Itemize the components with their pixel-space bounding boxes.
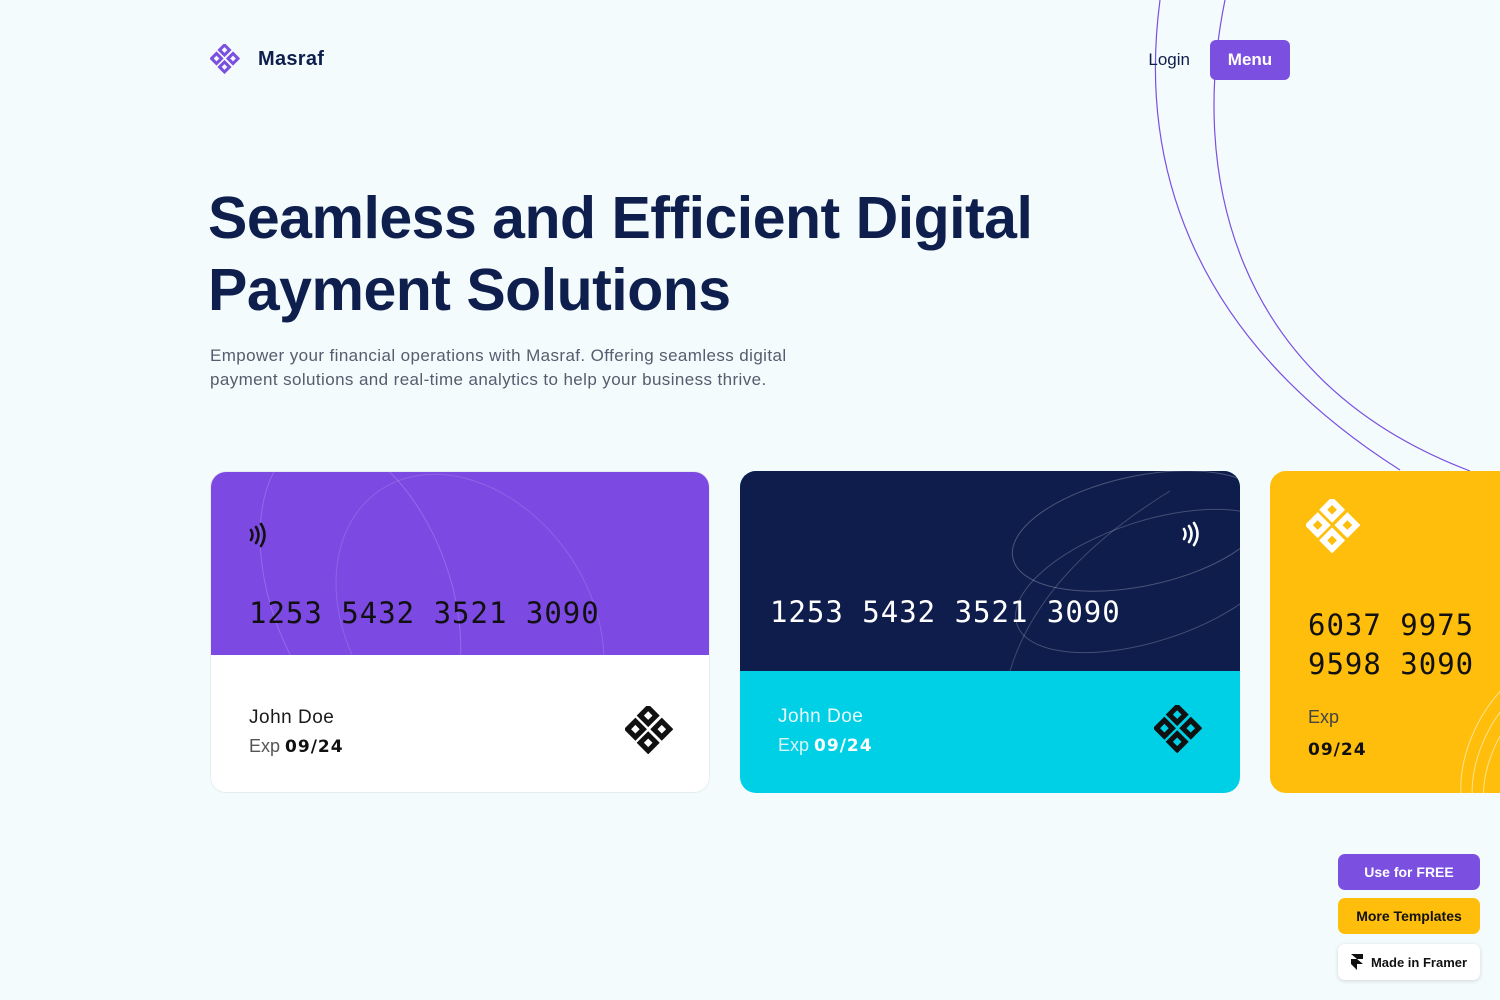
payment-card-navy[interactable]: 1253 5432 3521 3090 John Doe Exp 09/24: [740, 471, 1240, 793]
payment-card-yellow[interactable]: 6037 9975 9598 3090 Exp 09/24: [1270, 471, 1500, 793]
exp-label: Exp: [1308, 707, 1340, 727]
hero-subtitle: Empower your financial operations with M…: [210, 344, 910, 392]
made-in-framer-label: Made in Framer: [1370, 954, 1468, 970]
contactless-icon: [249, 522, 266, 548]
exp-label: Exp: [249, 736, 281, 756]
made-in-framer-badge[interactable]: Made in Framer: [1338, 944, 1480, 980]
contactless-icon: [1182, 521, 1199, 547]
cardholder-name: John Doe: [778, 706, 864, 727]
title-line-1: Seamless and Efficient Digital: [208, 185, 1033, 251]
brand-name: Masraf: [258, 47, 325, 70]
title-line-2: Payment Solutions: [208, 257, 731, 323]
menu-button[interactable]: Menu: [1210, 40, 1290, 80]
diamond-cluster-icon: [210, 44, 240, 74]
more-templates-button[interactable]: More Templates: [1338, 898, 1480, 934]
diamond-cluster-icon: [1154, 705, 1202, 753]
payment-card-purple[interactable]: 1253 5432 3521 3090 John Doe Exp 09/24: [210, 471, 710, 793]
diamond-cluster-icon: [625, 706, 673, 754]
exp-value: 09/24: [814, 736, 873, 756]
card-number: 1253 5432 3521 3090: [249, 596, 600, 630]
card-top-panel: 1253 5432 3521 3090: [740, 471, 1240, 671]
card-top-panel: 1253 5432 3521 3090: [211, 472, 709, 655]
card-expiry: Exp 09/24: [249, 736, 344, 757]
use-for-free-button[interactable]: Use for FREE: [1338, 854, 1480, 890]
card-expiry: 09/24: [1308, 739, 1367, 760]
card-number-line-2: 9598 3090: [1308, 647, 1475, 681]
exp-label: Exp: [778, 735, 810, 755]
framer-icon: [1350, 954, 1363, 970]
cardholder-name: John Doe: [249, 707, 335, 728]
site-header: Masraf Login Menu: [210, 40, 1290, 80]
card-number: 1253 5432 3521 3090: [770, 595, 1121, 629]
exp-value: 09/24: [285, 737, 344, 757]
brand[interactable]: Masraf: [210, 44, 324, 74]
login-link[interactable]: Login: [1148, 50, 1190, 70]
diamond-cluster-icon: [1306, 499, 1360, 553]
subtitle-line-1: Empower your financial operations with M…: [210, 346, 787, 365]
exp-value: 09/24: [1308, 740, 1367, 760]
subtitle-line-2: payment solutions and real-time analytic…: [210, 370, 767, 389]
card-number-line-1: 6037 9975: [1308, 608, 1475, 642]
page-title: Seamless and Efficient Digital Payment S…: [208, 182, 1088, 326]
card-pattern: [1009, 471, 1240, 671]
card-expiry: Exp 09/24: [778, 735, 873, 756]
